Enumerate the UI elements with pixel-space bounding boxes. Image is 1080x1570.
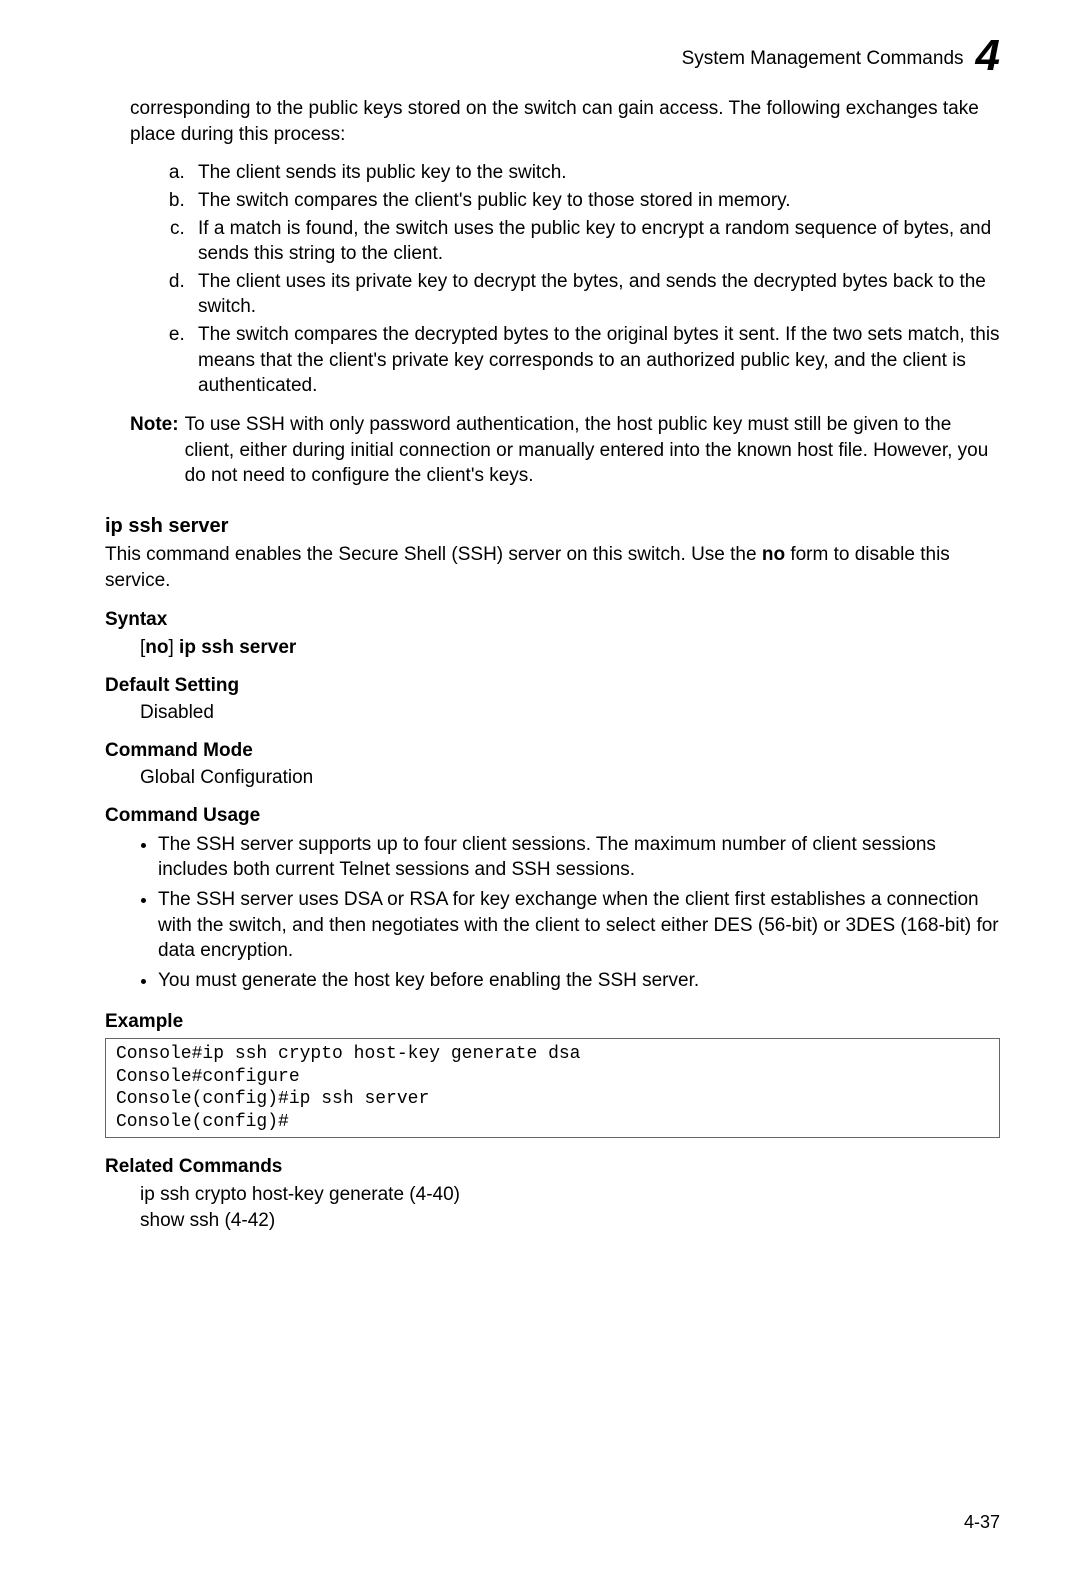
syntax-no: no	[145, 637, 168, 658]
section-title: System Management Commands	[682, 46, 964, 72]
page: System Management Commands 4 correspondi…	[0, 0, 1080, 1570]
default-setting-value: Disabled	[140, 700, 1000, 726]
syntax-command: ip ssh server	[174, 637, 297, 658]
list-item: If a match is found, the switch uses the…	[190, 215, 1000, 268]
list-item: You must generate the host key before en…	[158, 967, 1000, 997]
command-description: This command enables the Secure Shell (S…	[105, 542, 1000, 593]
page-number: 4-37	[964, 1510, 1000, 1534]
chapter-number-icon: 4	[976, 34, 1000, 78]
list-item: The SSH server supports up to four clien…	[158, 831, 1000, 886]
note-label: Note:	[105, 412, 179, 489]
related-item: ip ssh crypto host-key generate (4-40)	[140, 1182, 1000, 1208]
related-commands-heading: Related Commands	[105, 1154, 1000, 1180]
syntax-heading: Syntax	[105, 607, 1000, 633]
list-item: The client uses its private key to decry…	[190, 268, 1000, 321]
note-text: To use SSH with only password authentica…	[185, 412, 1000, 489]
page-header: System Management Commands 4	[130, 40, 1000, 78]
desc-text-before: This command enables the Secure Shell (S…	[105, 544, 762, 565]
desc-bold: no	[762, 544, 785, 565]
command-name-heading: ip ssh server	[105, 513, 1000, 540]
command-usage-heading: Command Usage	[105, 803, 1000, 829]
example-heading: Example	[105, 1009, 1000, 1035]
list-item: The SSH server uses DSA or RSA for key e…	[158, 886, 1000, 967]
list-item: The switch compares the client's public …	[190, 187, 1000, 215]
note-block: Note: To use SSH with only password auth…	[130, 412, 1000, 489]
default-setting-heading: Default Setting	[105, 673, 1000, 699]
list-item: The client sends its public key to the s…	[190, 159, 1000, 187]
command-mode-heading: Command Mode	[105, 738, 1000, 764]
steps-list: The client sends its public key to the s…	[130, 159, 1000, 400]
syntax-line: [no] ip ssh server	[140, 635, 1000, 661]
related-commands: ip ssh crypto host-key generate (4-40) s…	[140, 1182, 1000, 1233]
related-item: show ssh (4-42)	[140, 1208, 1000, 1234]
command-mode-value: Global Configuration	[140, 765, 1000, 791]
usage-list: The SSH server supports up to four clien…	[130, 831, 1000, 997]
example-code-block: Console#ip ssh crypto host-key generate …	[105, 1038, 1000, 1138]
intro-paragraph: corresponding to the public keys stored …	[130, 96, 1000, 147]
list-item: The switch compares the decrypted bytes …	[190, 321, 1000, 400]
